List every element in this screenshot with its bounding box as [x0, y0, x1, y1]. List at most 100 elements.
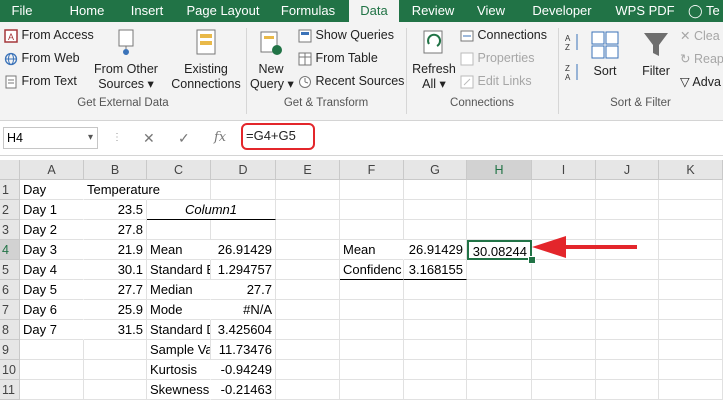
- cell-i8[interactable]: [532, 320, 596, 340]
- row-header-10[interactable]: 10: [0, 360, 20, 380]
- cell-b10[interactable]: [84, 360, 147, 380]
- cell-b1[interactable]: Temperature: [84, 180, 160, 200]
- refresh-all-button[interactable]: Refresh All ▾: [410, 28, 458, 92]
- column-header-g[interactable]: G: [404, 160, 467, 180]
- cell-i11[interactable]: [532, 380, 596, 400]
- cell-b9[interactable]: [84, 340, 147, 360]
- cell-d1[interactable]: [211, 180, 276, 200]
- cell-c4[interactable]: Mean: [147, 240, 211, 260]
- cell-a6[interactable]: Day 5: [20, 280, 84, 300]
- cell-e5[interactable]: [276, 260, 340, 280]
- cell-j5[interactable]: [596, 260, 659, 280]
- cell-c3[interactable]: [147, 220, 211, 240]
- insert-function-icon[interactable]: fx: [214, 127, 226, 149]
- cell-c8[interactable]: Standard D: [147, 320, 211, 340]
- cell-h10[interactable]: [467, 360, 532, 380]
- cell-h5[interactable]: [467, 260, 532, 280]
- column-header-i[interactable]: I: [532, 160, 596, 180]
- row-header-1[interactable]: 1: [0, 180, 20, 200]
- row-header-9[interactable]: 9: [0, 340, 20, 360]
- cell-a4[interactable]: Day 3: [20, 240, 84, 260]
- cell-h9[interactable]: [467, 340, 532, 360]
- cell-h3[interactable]: [467, 220, 532, 240]
- clear-button[interactable]: ✕ Clea: [680, 28, 720, 43]
- enter-icon[interactable]: ✓: [178, 127, 190, 149]
- tab-wps-pdf[interactable]: WPS PDF: [607, 0, 683, 22]
- column-header-a[interactable]: A: [20, 160, 84, 180]
- cell-b5[interactable]: 30.1: [84, 260, 147, 280]
- tab-file[interactable]: File: [0, 0, 44, 22]
- tab-home[interactable]: Home: [58, 0, 116, 22]
- cell-g3[interactable]: [404, 220, 467, 240]
- cell-a11[interactable]: [20, 380, 84, 400]
- column-header-j[interactable]: J: [596, 160, 659, 180]
- column-header-h[interactable]: H: [467, 160, 532, 180]
- cell-d8[interactable]: 3.425604: [211, 320, 276, 340]
- tab-view[interactable]: View: [466, 0, 516, 22]
- cell-i6[interactable]: [532, 280, 596, 300]
- select-all-corner[interactable]: [0, 160, 20, 180]
- cell-k10[interactable]: [659, 360, 723, 380]
- cell-f11[interactable]: [340, 380, 404, 400]
- row-header-5[interactable]: 5: [0, 260, 20, 280]
- cell-j9[interactable]: [596, 340, 659, 360]
- tab-tell-me[interactable]: ◯ Te: [688, 0, 723, 22]
- column-header-k[interactable]: K: [659, 160, 723, 180]
- cell-k2[interactable]: [659, 200, 723, 220]
- cell-j11[interactable]: [596, 380, 659, 400]
- sort-button[interactable]: Sort: [588, 30, 622, 79]
- filter-button[interactable]: Filter: [638, 30, 674, 79]
- cell-c5[interactable]: Standard E: [147, 260, 211, 280]
- cell-k8[interactable]: [659, 320, 723, 340]
- cell-d5[interactable]: 1.294757: [211, 260, 276, 280]
- cell-d6[interactable]: 27.7: [211, 280, 276, 300]
- column-header-e[interactable]: E: [276, 160, 340, 180]
- tab-review[interactable]: Review: [405, 0, 461, 22]
- sort-az-button[interactable]: AZ: [565, 32, 581, 55]
- cell-g4[interactable]: 26.91429: [404, 240, 467, 260]
- cell-h8[interactable]: [467, 320, 532, 340]
- cell-b4[interactable]: 21.9: [84, 240, 147, 260]
- from-web-button[interactable]: From Web: [4, 51, 80, 66]
- cell-f8[interactable]: [340, 320, 404, 340]
- cell-c11[interactable]: Skewness: [147, 380, 211, 400]
- cell-d10[interactable]: -0.94249: [211, 360, 276, 380]
- row-header-11[interactable]: 11: [0, 380, 20, 400]
- recent-sources-button[interactable]: Recent Sources: [298, 74, 404, 89]
- cell-c2[interactable]: Column1: [147, 200, 276, 220]
- tab-data[interactable]: Data: [349, 0, 399, 22]
- cell-g9[interactable]: [404, 340, 467, 360]
- cell-c6[interactable]: Median: [147, 280, 211, 300]
- properties-button[interactable]: Properties: [460, 51, 534, 66]
- cell-d11[interactable]: -0.21463: [211, 380, 276, 400]
- name-box[interactable]: H4 ▾: [3, 127, 98, 149]
- cell-f5[interactable]: Confidenc: [340, 260, 404, 280]
- cell-j10[interactable]: [596, 360, 659, 380]
- cell-k1[interactable]: [659, 180, 723, 200]
- connections-button[interactable]: Connections: [460, 28, 547, 43]
- cell-g1[interactable]: [404, 180, 467, 200]
- cell-a10[interactable]: [20, 360, 84, 380]
- cell-b8[interactable]: 31.5: [84, 320, 147, 340]
- tab-insert[interactable]: Insert: [118, 0, 176, 22]
- cell-i9[interactable]: [532, 340, 596, 360]
- cell-d7[interactable]: #N/A: [211, 300, 276, 320]
- cell-a5[interactable]: Day 4: [20, 260, 84, 280]
- cell-f3[interactable]: [340, 220, 404, 240]
- column-header-f[interactable]: F: [340, 160, 404, 180]
- tab-page-layout[interactable]: Page Layout: [180, 0, 266, 22]
- from-table-button[interactable]: From Table: [298, 51, 378, 66]
- cell-k4[interactable]: [659, 240, 723, 260]
- cell-b11[interactable]: [84, 380, 147, 400]
- cell-e9[interactable]: [276, 340, 340, 360]
- cell-k7[interactable]: [659, 300, 723, 320]
- cell-g11[interactable]: [404, 380, 467, 400]
- cell-f1[interactable]: [340, 180, 404, 200]
- cell-f9[interactable]: [340, 340, 404, 360]
- cell-e2[interactable]: [276, 200, 340, 220]
- cell-e1[interactable]: [276, 180, 340, 200]
- cell-g2[interactable]: [404, 200, 467, 220]
- cell-f7[interactable]: [340, 300, 404, 320]
- cell-e3[interactable]: [276, 220, 340, 240]
- cell-i1[interactable]: [532, 180, 596, 200]
